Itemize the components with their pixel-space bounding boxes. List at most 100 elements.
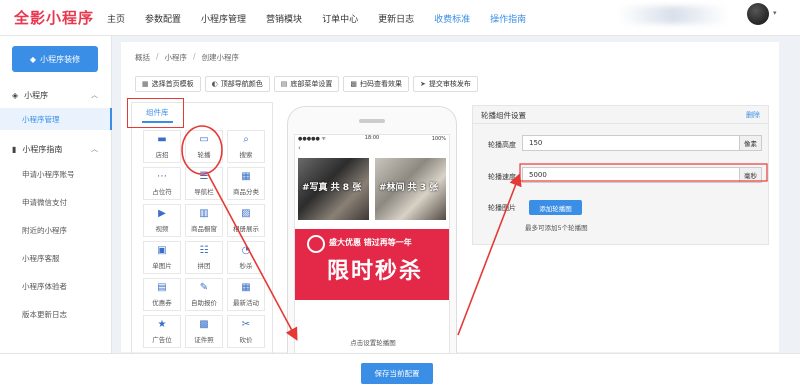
component-label: 商品橱窗: [191, 225, 217, 233]
palette-icon: ◐: [211, 80, 218, 88]
submit-review-button[interactable]: ➤ 提交审核发布: [412, 76, 478, 92]
toolbar-button-label: 选择首页模板: [151, 80, 194, 88]
delete-link[interactable]: 删除: [746, 110, 760, 120]
back-icon[interactable]: ‹: [295, 144, 449, 154]
sidebar-group-program[interactable]: ◈ 小程序 ︿: [0, 84, 112, 106]
status-bar: ●●●●● ᯤ 18:00 100%: [295, 135, 449, 144]
scan-preview-button[interactable]: ▩ 扫码查看效果: [343, 76, 409, 92]
menu-icon: ▤: [280, 80, 288, 88]
nav-guide[interactable]: 操作指南: [490, 12, 526, 25]
component-album[interactable]: ▨ 相册展示: [227, 204, 265, 237]
coupon-icon: ▤: [157, 282, 167, 293]
sidebar-group-label: 小程序指南: [22, 144, 63, 154]
sidebar-item-service[interactable]: 小程序客服: [0, 247, 112, 269]
app-logo[interactable]: 全影小程序: [14, 7, 94, 28]
component-store[interactable]: ▬ 店招: [143, 130, 181, 163]
save-config-button[interactable]: 保存当前配置: [361, 363, 433, 384]
nav-color-button[interactable]: ◐ 顶部导航颜色: [204, 76, 270, 92]
component-quote[interactable]: ✎ 自助报价: [185, 278, 223, 311]
navbar-icon: ☰: [199, 171, 209, 182]
component-label: 广告位: [152, 336, 172, 344]
flash-sale-banner[interactable]: 盛大优惠 错过再等一年 限时秒杀: [295, 229, 449, 300]
component-label: 视频: [155, 225, 169, 233]
component-label: 砍价: [239, 336, 253, 344]
annotation-highlight-box: [127, 98, 184, 128]
decorate-button[interactable]: ◆ 小程序装修: [12, 46, 98, 72]
component-ad[interactable]: ★ 广告位: [143, 315, 181, 348]
component-label: 最新活动: [233, 299, 259, 307]
sidebar-item-testers[interactable]: 小程序体验者: [0, 275, 112, 297]
quote-icon: ✎: [199, 282, 209, 293]
component-flash[interactable]: ◔ 秒杀: [227, 241, 265, 274]
book-icon: ▮: [12, 144, 17, 154]
bottom-menu-button[interactable]: ▤ 底部菜单设置: [273, 76, 340, 92]
sidebar-item-apply-account[interactable]: 申请小程序账号: [0, 163, 112, 185]
sidebar-item-label: 申请小程序账号: [22, 169, 75, 179]
toolbar-button-label: 扫码查看效果: [359, 80, 402, 88]
album-thumb[interactable]: #林间 共 3 张: [375, 158, 446, 220]
sidebar-item-manage[interactable]: 小程序管理: [0, 108, 112, 130]
sidebar: ◆ 小程序装修 ◈ 小程序 ︿ 小程序管理 ▮ 小程序指南 ︿ 申请小程序账号 …: [0, 36, 112, 392]
component-certificate[interactable]: ▩ 证件照: [185, 315, 223, 348]
component-group[interactable]: ☷ 拼团: [185, 241, 223, 274]
album-thumb-caption: #林间 共 3 张: [379, 183, 439, 193]
sidebar-item-nearby[interactable]: 附近的小程序: [0, 219, 112, 241]
shelf-icon: ▥: [199, 208, 209, 219]
component-label: 证件照: [194, 336, 214, 344]
nav-changelog[interactable]: 更新日志: [378, 12, 414, 25]
chevron-up-icon: ︿: [91, 91, 98, 99]
album-thumb[interactable]: #写真 共 8 张: [298, 158, 369, 220]
category-icon: ▦: [241, 171, 251, 182]
carousel-settings-panel: 轮播组件设置 删除 轮播高度 150 像素 轮播速度 5000 毫秒 轮播图片 …: [472, 105, 769, 245]
height-input[interactable]: 150: [522, 135, 740, 151]
add-carousel-button[interactable]: 添加轮播图: [529, 200, 582, 215]
nav-orders[interactable]: 订单中心: [322, 12, 358, 25]
select-template-button[interactable]: ▦ 选择首页模板: [135, 76, 201, 92]
image-label: 轮播图片: [488, 204, 516, 212]
height-label: 轮播高度: [488, 141, 516, 149]
breadcrumb-item[interactable]: 小程序: [165, 52, 188, 63]
placeholder-icon: ⋯: [157, 171, 167, 182]
sidebar-group-guide[interactable]: ▮ 小程序指南 ︿: [0, 138, 112, 160]
set-carousel-hint[interactable]: 点击设置轮播图: [295, 337, 449, 347]
component-search[interactable]: ⌕ 搜索: [227, 130, 265, 163]
nav-marketing[interactable]: 营销模块: [266, 12, 302, 25]
component-label: 搜索: [239, 151, 253, 159]
component-news[interactable]: ▦ 最新活动: [227, 278, 265, 311]
flash-icon: ◔: [241, 245, 251, 256]
component-label: 导航栏: [194, 188, 214, 196]
height-unit: 像素: [740, 135, 762, 151]
component-carousel[interactable]: ▭ 轮播: [185, 130, 223, 163]
sidebar-item-wechat-pay[interactable]: 申请微信支付: [0, 191, 112, 213]
top-bar: 全影小程序 主页 参数配置 小程序管理 营销模块 订单中心 更新日志 收费标准 …: [0, 0, 800, 36]
component-label: 自助报价: [191, 299, 217, 307]
avatar[interactable]: [747, 3, 769, 25]
component-video[interactable]: ▶ 视频: [143, 204, 181, 237]
component-coupon[interactable]: ▤ 优惠券: [143, 278, 181, 311]
toolbar-button-label: 顶部导航颜色: [220, 80, 263, 88]
save-bar: 保存当前配置: [0, 353, 800, 392]
speed-input[interactable]: 5000: [522, 167, 740, 183]
nav-miniprogram[interactable]: 小程序管理: [201, 12, 246, 25]
component-placeholder[interactable]: ⋯ 占位符: [143, 167, 181, 200]
component-shelf[interactable]: ▥ 商品橱窗: [185, 204, 223, 237]
component-image[interactable]: ▣ 单图片: [143, 241, 181, 274]
speed-label: 轮播速度: [488, 173, 516, 181]
chevron-down-icon[interactable]: ▾: [773, 9, 777, 17]
nav-home[interactable]: 主页: [107, 12, 125, 25]
component-category[interactable]: ▦ 商品分类: [227, 167, 265, 200]
breadcrumb-item[interactable]: 概括: [135, 52, 150, 63]
sidebar-item-version-log[interactable]: 版本更新日志: [0, 303, 112, 325]
component-label: 相册展示: [233, 225, 259, 233]
signal-indicator: ●●●●● ᯤ: [298, 136, 326, 142]
nav-params[interactable]: 参数配置: [145, 12, 181, 25]
alarm-clock-icon: [307, 235, 325, 253]
toolbar: ▦ 选择首页模板 ◐ 顶部导航颜色 ▤ 底部菜单设置 ▩ 扫码查看效果 ➤ 提交审核发布: [135, 76, 482, 92]
component-navbar[interactable]: ☰ 导航栏: [185, 167, 223, 200]
component-grid: ▬ 店招 ▭ 轮播 ⌕ 搜索 ⋯ 占位符 ☰ 导航栏 ▦ 商品分类 ▶ 视频 ▥ 商品橱窗 ▨ 相册展示 ▣ 单图片 ☷…: [143, 130, 273, 348]
sidebar-item-label: 小程序管理: [22, 114, 60, 124]
component-bargain[interactable]: ✂ 砍价: [227, 315, 265, 348]
sidebar-item-label: 申请微信支付: [22, 197, 67, 207]
nav-pricing[interactable]: 收费标准: [434, 12, 470, 25]
main-nav: 主页 参数配置 小程序管理 营销模块 订单中心 更新日志 收费标准 操作指南: [107, 0, 546, 36]
